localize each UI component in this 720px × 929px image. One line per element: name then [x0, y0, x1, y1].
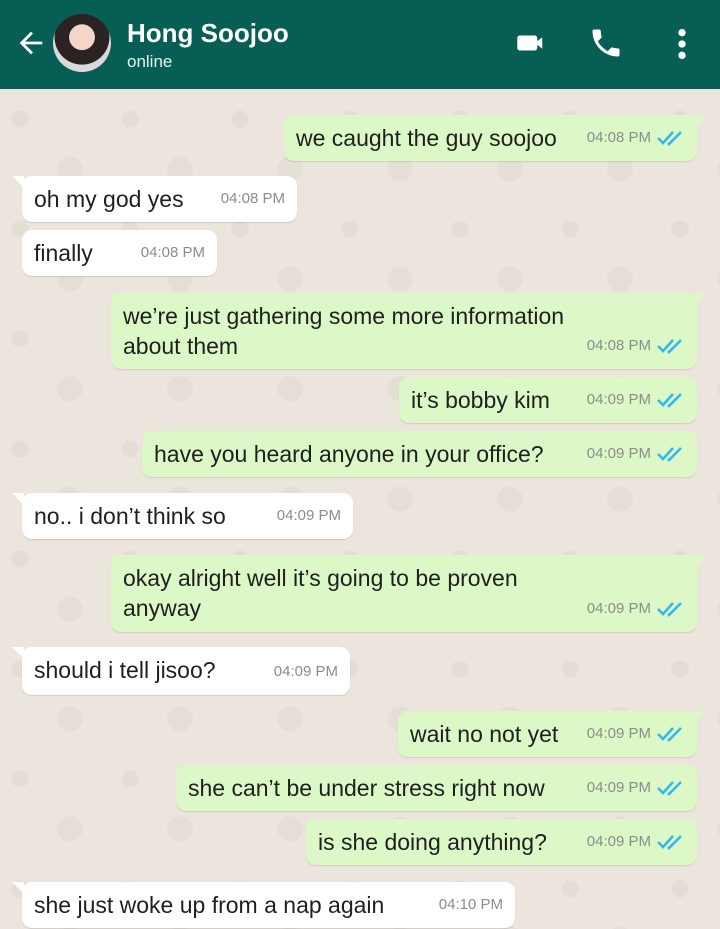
message-text: we caught the guy soojoo — [296, 125, 557, 151]
contact-status: online — [127, 52, 173, 71]
message-time: 04:08 PM — [586, 129, 651, 146]
message-in[interactable]: should i tell jisoo? 04:09 PM — [12, 647, 350, 695]
message-time: 04:09 PM — [276, 507, 341, 524]
message-meta: 04:09 PM — [274, 657, 338, 687]
video-camera-icon[interactable] — [514, 28, 548, 58]
message-time: 04:09 PM — [586, 725, 651, 742]
message-text: we’re just gathering some more informati… — [123, 303, 565, 359]
message-time: 04:08 PM — [586, 337, 651, 354]
message-meta: 04:08 PM — [221, 184, 285, 214]
double-check-icon — [657, 727, 682, 742]
contact-name[interactable]: Hong Soojoo — [127, 18, 289, 49]
phone-icon[interactable] — [588, 25, 624, 61]
message-out[interactable]: we’re just gathering some more informati… — [111, 293, 707, 369]
message-meta: 04:09 PM — [277, 501, 341, 531]
message-meta: 04:08 PM — [141, 238, 205, 268]
message-time: 04:09 PM — [273, 663, 338, 680]
message-meta: 04:09 PM — [587, 773, 685, 803]
back-arrow-icon[interactable] — [14, 26, 48, 60]
message-in[interactable]: finally 04:08 PM — [22, 230, 217, 276]
message-time: 04:10 PM — [438, 896, 503, 913]
double-check-icon — [657, 602, 682, 617]
message-meta: 04:09 PM — [587, 439, 685, 469]
message-text: it’s bobby kim — [411, 387, 550, 413]
message-out[interactable]: she can’t be under stress right now 04:0… — [176, 765, 697, 811]
message-out[interactable]: is she doing anything? 04:09 PM — [306, 819, 697, 865]
message-out[interactable]: we caught the guy soojoo 04:08 PM — [284, 115, 707, 161]
message-text: oh my god yes — [34, 186, 184, 212]
message-meta: 04:09 PM — [587, 827, 685, 857]
message-text: she can’t be under stress right now — [188, 775, 545, 801]
double-check-icon — [657, 447, 682, 462]
message-in[interactable]: she just woke up from a nap again 04:10 … — [12, 882, 515, 928]
message-meta: 04:08 PM — [587, 123, 685, 153]
message-time: 04:09 PM — [586, 833, 651, 850]
message-meta: 04:09 PM — [587, 385, 685, 415]
message-text: is she doing anything? — [318, 829, 547, 855]
message-in[interactable]: oh my god yes 04:08 PM — [12, 176, 297, 222]
message-meta: 04:09 PM — [587, 594, 685, 624]
more-vert-icon[interactable] — [676, 27, 688, 61]
message-meta: 04:08 PM — [587, 331, 685, 361]
avatar[interactable] — [53, 14, 111, 72]
message-text: finally — [34, 240, 93, 266]
message-text: wait no not yet — [410, 721, 559, 747]
message-text: okay alright well it’s going to be prove… — [123, 565, 518, 621]
message-time: 04:09 PM — [586, 600, 651, 617]
message-out[interactable]: okay alright well it’s going to be prove… — [111, 555, 707, 632]
double-check-icon — [657, 393, 682, 408]
message-time: 04:08 PM — [220, 190, 285, 207]
message-meta: 04:09 PM — [587, 719, 685, 749]
message-out[interactable]: wait no not yet 04:09 PM — [398, 711, 707, 757]
message-text: should i tell jisoo? — [34, 657, 216, 683]
message-meta: 04:10 PM — [439, 890, 503, 920]
double-check-icon — [657, 131, 682, 146]
message-time: 04:09 PM — [586, 779, 651, 796]
double-check-icon — [657, 835, 682, 850]
message-time: 04:09 PM — [586, 391, 651, 408]
chat-area: we caught the guy soojoo 04:08 PM oh my … — [0, 89, 720, 929]
message-time: 04:08 PM — [140, 244, 205, 261]
message-text: have you heard anyone in your office? — [154, 441, 544, 467]
message-time: 04:09 PM — [586, 445, 651, 462]
message-text: no.. i don’t think so — [34, 503, 226, 529]
message-out[interactable]: have you heard anyone in your office? 04… — [142, 431, 697, 477]
message-in[interactable]: no.. i don’t think so 04:09 PM — [12, 493, 353, 539]
message-text: she just woke up from a nap again — [34, 892, 385, 918]
double-check-icon — [657, 781, 682, 796]
chat-header: Hong Soojoo online — [0, 0, 720, 89]
message-out[interactable]: it’s bobby kim 04:09 PM — [399, 377, 697, 423]
double-check-icon — [657, 339, 682, 354]
